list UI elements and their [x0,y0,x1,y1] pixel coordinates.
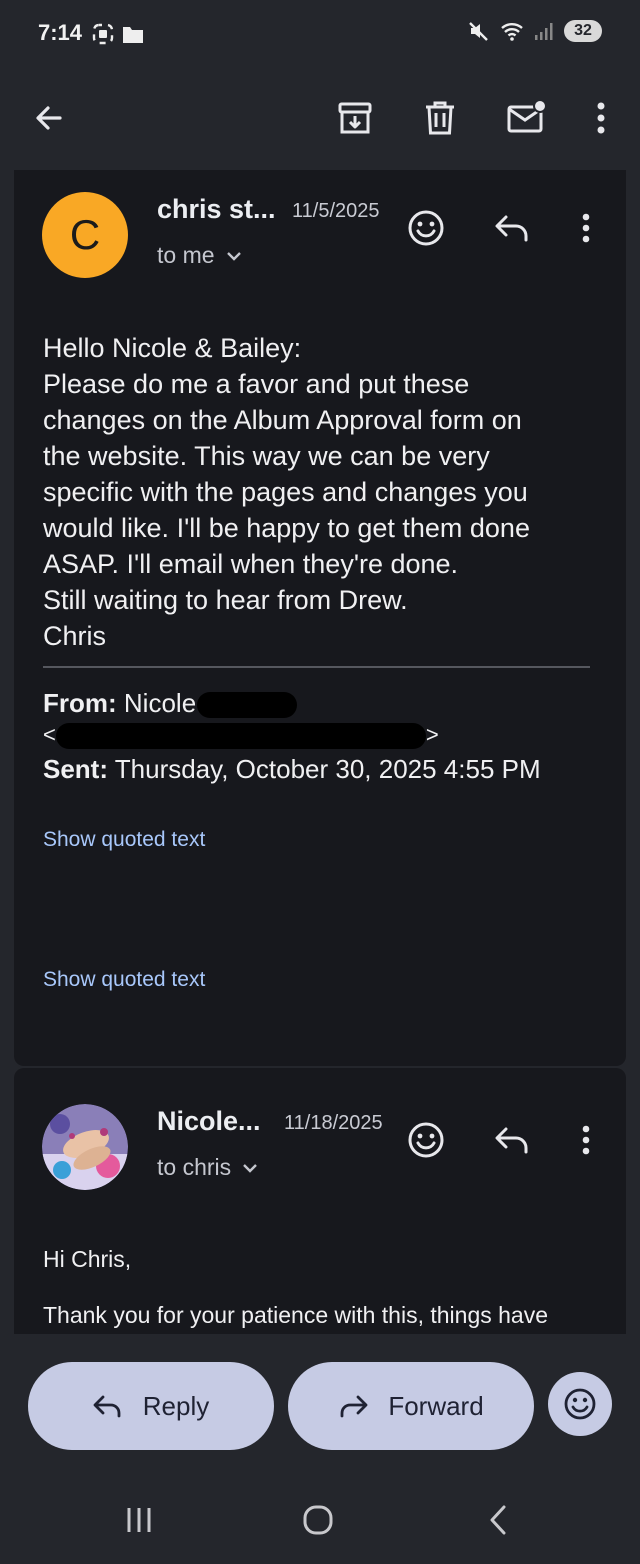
battery-icon: 32 [564,20,602,42]
back-arrow-icon[interactable] [25,94,73,142]
system-nav-bar [0,1470,640,1564]
recipient-toggle[interactable]: to me [157,242,243,269]
sender-name[interactable]: chris st... [157,194,276,225]
from-value: Nicole [123,688,197,718]
body-line: ASAP. I'll email when they're done. [43,549,459,579]
top-toolbar [0,70,640,168]
reply-icon[interactable] [490,1118,534,1162]
recipient-label: to chris [157,1154,232,1180]
avatar[interactable] [42,1104,128,1190]
quote-divider [43,666,590,668]
screenshot-icon [92,23,114,45]
message-more-icon[interactable] [564,1118,608,1162]
recipient-toggle[interactable]: to chris [157,1154,259,1181]
more-vert-icon[interactable] [577,94,625,142]
avatar-letter: C [69,211,101,258]
emoji-reaction-button[interactable] [548,1372,612,1436]
message-greeting: Hi Chris, [43,1246,132,1272]
emoji-reaction-icon[interactable] [404,206,448,250]
body-line: Hello Nicole & Bailey: [43,333,302,363]
message-date: 11/5/2025 [292,200,380,222]
reply-button[interactable]: Reply [28,1362,274,1450]
wifi-icon [500,21,524,41]
reply-label: Reply [142,1390,210,1421]
emoji-reaction-icon[interactable] [404,1118,448,1162]
reply-icon[interactable] [490,206,534,250]
message-body: Hello Nicole & Bailey: Please do me a fa… [43,330,603,654]
signal-icon [534,21,554,41]
reply-icon [93,1394,123,1418]
redaction [197,692,298,719]
message-card: C chris st... 11/5/2025 to me Hello Nico… [14,170,626,1066]
body-line: would like. I'll be happy to get them do… [43,513,530,543]
sent-label: Sent: [43,754,108,784]
recent-apps-icon[interactable] [119,1500,159,1540]
body-line: Still waiting to hear from Drew. [43,585,408,615]
mute-icon [468,20,490,42]
sent-value: Thursday, October 30, 2025 4:55 PM [114,754,541,784]
message-more-icon[interactable] [564,206,608,250]
show-quoted-text-link[interactable]: Show quoted text [43,968,205,992]
avatar[interactable]: C [42,192,128,278]
status-time: 7:14 [38,20,83,45]
recipient-label: to me [157,242,215,268]
body-line: Chris [43,621,107,651]
status-bar: 7:14 32 [0,0,640,70]
emoji-icon [563,1387,597,1421]
email-close-bracket: > [425,722,439,747]
chevron-down-icon [225,250,243,262]
forward-icon [338,1394,368,1418]
body-line: the website. This way we can be very [43,441,490,471]
archive-icon[interactable] [331,94,379,142]
back-nav-icon[interactable] [478,1500,518,1540]
folder-icon [122,23,144,45]
action-bar: Reply Forward [0,1334,640,1464]
chevron-down-icon [241,1162,259,1174]
sender-name[interactable]: Nicole... [157,1106,261,1137]
message-body-preview: Thank you for your patience with this, t… [43,1302,549,1328]
message-date: 11/18/2025 [284,1112,383,1134]
home-icon[interactable] [298,1500,338,1540]
forward-label: Forward [388,1390,484,1421]
forward-button[interactable]: Forward [288,1362,534,1450]
redaction [55,723,426,750]
email-open-bracket: < [43,722,56,747]
body-line: Please do me a favor and put these [43,369,470,399]
from-label: From: [43,688,117,718]
from-line: From: Nicole [43,688,298,719]
body-line: changes on the Album Approval form on [43,405,522,435]
message-card: Nicole... 11/18/2025 to chris Hi Chris, … [14,1068,626,1334]
body-line: specific with the pages and changes you [43,477,528,507]
sent-line: Sent: Thursday, October 30, 2025 4:55 PM [43,754,541,785]
show-quoted-text-link[interactable]: Show quoted text [43,828,205,852]
email-line: < > [43,722,439,750]
delete-icon[interactable] [416,94,464,142]
mark-unread-icon[interactable] [502,94,550,142]
